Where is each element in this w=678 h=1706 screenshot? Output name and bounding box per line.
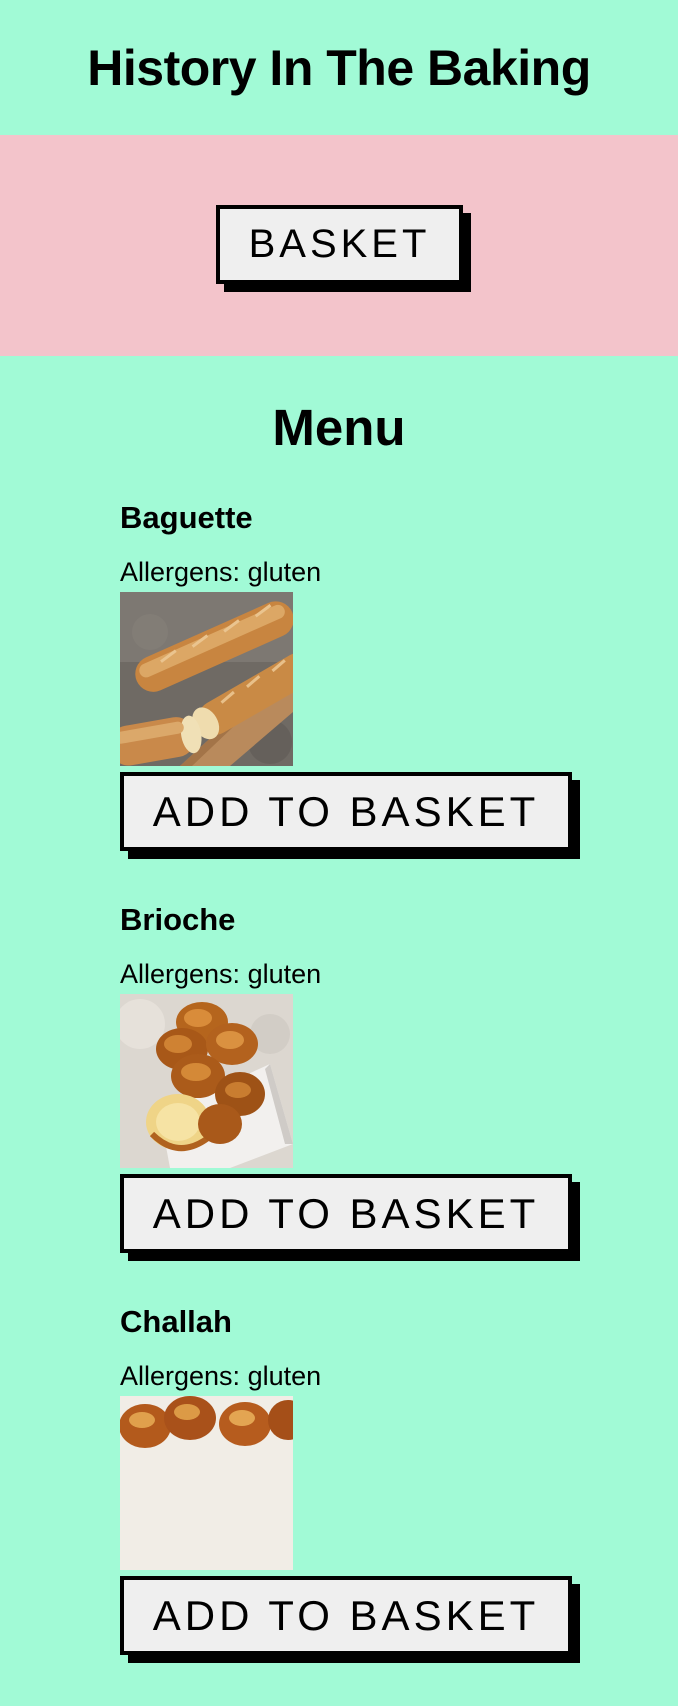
menu-section: Menu Baguette Allergens: gluten ADD TO B… [0,356,678,1655]
baguette-photo [120,592,293,766]
add-to-basket-button[interactable]: ADD TO BASKET [120,772,572,851]
menu-item-baguette: Baguette Allergens: gluten ADD TO BASKET [120,500,640,902]
menu-title: Menu [272,399,406,456]
add-to-basket-button[interactable]: ADD TO BASKET [120,1576,572,1655]
item-name: Brioche [120,902,236,937]
menu-item-brioche: Brioche Allergens: gluten ADD TO BASKET [120,902,640,1304]
item-allergens: Allergens: gluten [120,557,322,587]
basket-button[interactable]: BASKET [216,205,463,284]
item-allergens: Allergens: gluten [120,1361,322,1391]
add-to-basket-button[interactable]: ADD TO BASKET [120,1174,572,1253]
item-name: Challah [120,1304,232,1339]
item-name: Baguette [120,500,253,535]
menu-item-challah: Challah Allergens: gluten ADD TO BASKET [120,1304,640,1706]
site-header: History In The Baking [0,0,678,135]
challah-photo [120,1396,293,1570]
basket-bar: BASKET [0,135,678,356]
brioche-photo [120,994,293,1168]
site-title: History In The Baking [87,40,591,96]
item-allergens: Allergens: gluten [120,959,322,989]
